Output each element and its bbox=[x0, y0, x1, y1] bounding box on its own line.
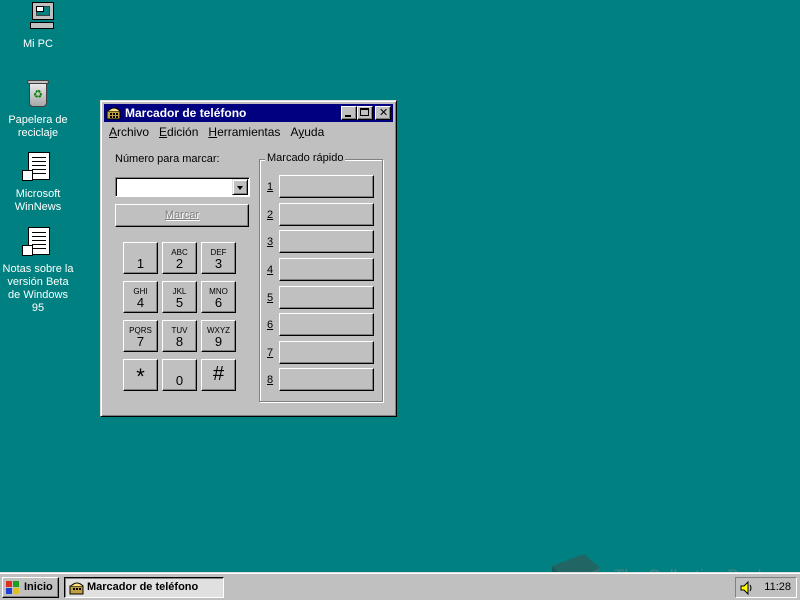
taskbar: Inicio Marcador de teléfono 11:28 bbox=[0, 572, 800, 600]
clock[interactable]: 11:28 bbox=[764, 581, 791, 593]
key-digit: 7 bbox=[136, 334, 145, 349]
desktop-icon-beta-notes[interactable]: ↗ Notas sobre la versión Beta de Windows… bbox=[0, 227, 76, 315]
keypad-key-star[interactable]: * bbox=[123, 359, 158, 391]
speed-dial-button-5[interactable] bbox=[279, 286, 374, 309]
document-shortcut-icon: ↗ bbox=[22, 227, 54, 259]
keypad-key-9[interactable]: WXYZ 9 bbox=[201, 320, 236, 352]
speed-dial-number: 8 bbox=[267, 374, 274, 386]
menu-herramientas[interactable]: Herramientas bbox=[203, 123, 285, 141]
speed-dial-button-7[interactable] bbox=[279, 341, 374, 364]
window-title: Marcador de teléfono bbox=[125, 106, 247, 120]
menu-accel: E bbox=[159, 125, 168, 139]
title-bar[interactable]: Marcador de teléfono ✕ bbox=[104, 104, 393, 122]
desktop-icon-recycle-bin[interactable]: ♻ Papelera de reciclaje bbox=[0, 78, 76, 140]
desktop-icon-winnews[interactable]: ↗ Microsoft WinNews bbox=[0, 152, 76, 214]
speed-dial-number: 6 bbox=[267, 319, 274, 331]
speed-dial-button-6[interactable] bbox=[279, 313, 374, 336]
menu-ayuda[interactable]: Ayuda bbox=[285, 123, 329, 141]
start-label: Inicio bbox=[24, 581, 53, 593]
start-button[interactable]: Inicio bbox=[2, 577, 59, 598]
desktop-icon-label: Microsoft WinNews bbox=[14, 188, 62, 213]
taskbar-button-label: Marcador de teléfono bbox=[87, 581, 199, 593]
speaker-icon[interactable] bbox=[740, 581, 754, 595]
phone-dialer-icon bbox=[106, 107, 121, 120]
menu-edicion[interactable]: Edición bbox=[154, 123, 203, 141]
desktop-icon-label: Mi PC bbox=[23, 38, 53, 50]
key-digit: 2 bbox=[175, 256, 184, 271]
key-digit: 4 bbox=[136, 295, 145, 310]
document-shortcut-icon: ↗ bbox=[22, 152, 54, 184]
close-icon: ✕ bbox=[379, 107, 389, 119]
keypad-key-2[interactable]: ABC 2 bbox=[162, 242, 197, 274]
menu-rest: uda bbox=[304, 125, 325, 139]
keypad-key-6[interactable]: MNO 6 bbox=[201, 281, 236, 313]
speed-dial-number: 4 bbox=[267, 264, 274, 276]
taskbar-button-phone-dialer[interactable]: Marcador de teléfono bbox=[64, 577, 224, 598]
key-digit: 6 bbox=[214, 295, 223, 310]
my-computer-icon bbox=[22, 2, 54, 34]
menu-rest: erramientas bbox=[217, 125, 281, 139]
menu-rest: rchivo bbox=[117, 125, 150, 139]
speed-dial-button-3[interactable] bbox=[279, 230, 374, 253]
minimize-button[interactable] bbox=[341, 106, 357, 120]
menu-archivo[interactable]: Archivo bbox=[104, 123, 154, 141]
maximize-icon bbox=[360, 108, 369, 116]
number-combo-box[interactable] bbox=[115, 177, 250, 197]
key-digit: 9 bbox=[214, 334, 223, 349]
keypad-key-5[interactable]: JKL 5 bbox=[162, 281, 197, 313]
combo-dropdown-button[interactable] bbox=[232, 179, 248, 195]
menu-accel: H bbox=[208, 125, 218, 139]
chevron-down-icon bbox=[237, 186, 243, 190]
keypad-key-hash[interactable]: # bbox=[201, 359, 236, 391]
dial-button[interactable]: Marcar bbox=[115, 204, 249, 227]
minimize-icon bbox=[345, 115, 351, 117]
speed-dial-number: 5 bbox=[267, 292, 274, 304]
key-digit: 5 bbox=[175, 295, 184, 310]
keypad-key-7[interactable]: PQRS 7 bbox=[123, 320, 158, 352]
desktop-icon-label: Notas sobre la versión Beta de Windows 9… bbox=[2, 263, 74, 314]
close-button[interactable]: ✕ bbox=[375, 106, 391, 120]
speed-dial-title: Marcado rápido bbox=[265, 152, 346, 164]
speed-dial-button-1[interactable] bbox=[279, 175, 374, 198]
key-digit: 3 bbox=[214, 256, 223, 271]
speed-dial-number: 2 bbox=[267, 209, 274, 221]
speed-dial-button-4[interactable] bbox=[279, 258, 374, 281]
speed-dial-button-8[interactable] bbox=[279, 368, 374, 391]
keypad-key-1[interactable]: 1 bbox=[123, 242, 158, 274]
keypad-key-0[interactable]: 0 bbox=[162, 359, 197, 391]
system-tray: 11:28 bbox=[735, 577, 797, 598]
keypad-key-4[interactable]: GHI 4 bbox=[123, 281, 158, 313]
phone-dialer-window: Marcador de teléfono ✕ Archivo Edición H… bbox=[100, 100, 397, 417]
number-to-dial-label: Número para marcar: bbox=[115, 153, 220, 165]
keypad-key-8[interactable]: TUV 8 bbox=[162, 320, 197, 352]
speed-dial-number: 7 bbox=[267, 347, 274, 359]
desktop-icon-label: Papelera de reciclaje bbox=[8, 114, 68, 139]
recycle-bin-icon: ♻ bbox=[22, 78, 54, 110]
menu-accel: A bbox=[109, 125, 118, 139]
speed-dial-button-2[interactable] bbox=[279, 203, 374, 226]
key-digit: * bbox=[136, 364, 145, 389]
key-digit: 1 bbox=[136, 256, 145, 271]
key-digit: 0 bbox=[175, 373, 184, 388]
menu-bar: Archivo Edición Herramientas Ayuda bbox=[104, 123, 329, 141]
windows-logo-icon bbox=[6, 581, 20, 594]
speed-dial-number: 3 bbox=[267, 236, 274, 248]
speed-dial-number: 1 bbox=[267, 181, 274, 193]
key-digit: # bbox=[212, 363, 225, 385]
key-digit: 8 bbox=[175, 334, 184, 349]
maximize-button[interactable] bbox=[357, 106, 373, 120]
phone-dialer-icon bbox=[69, 582, 84, 595]
keypad-key-3[interactable]: DEF 3 bbox=[201, 242, 236, 274]
desktop-icon-my-computer[interactable]: Mi PC bbox=[0, 2, 76, 51]
menu-rest: dición bbox=[167, 125, 199, 139]
